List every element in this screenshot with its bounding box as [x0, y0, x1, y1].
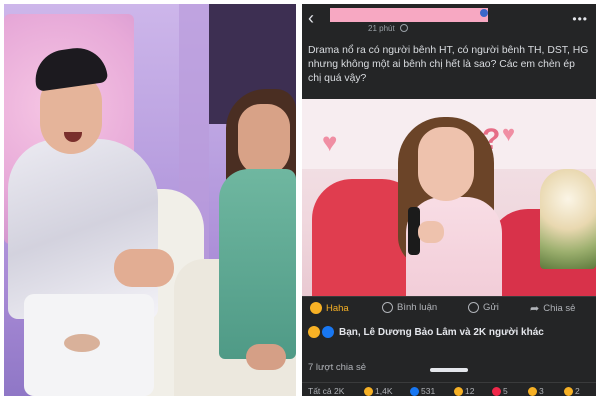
redacted-author-name[interactable] [330, 8, 488, 22]
ripped-knee [64, 334, 100, 352]
tab-haha[interactable]: 1,4K [364, 386, 393, 396]
globe-icon [400, 24, 408, 32]
heart-decor-icon: ♥ [322, 127, 338, 157]
woman-face [418, 127, 474, 201]
tab-heart[interactable]: 5 [492, 386, 508, 396]
woman-green-jacket [219, 169, 296, 359]
tv-show-photo [4, 4, 296, 396]
post-photo[interactable]: ♥ ♥ ? [302, 99, 596, 296]
send-label: Gửi [483, 302, 499, 313]
action-bar: Haha Bình luận Gửi ➦ Chia sẻ [302, 296, 596, 320]
share-label: Chia sẻ [543, 303, 576, 314]
more-options-icon[interactable]: ••• [572, 12, 588, 26]
reaction-tabs: Tất cả 2K 1,4K 531 12 5 3 2 [302, 382, 596, 396]
verified-dot-icon [480, 9, 488, 17]
reactors-text: Bạn, Lê Dương Bảo Lâm và 2K người khác [339, 326, 544, 338]
tab-label: 3 [539, 386, 544, 396]
facebook-post-screenshot: ‹ 21 phút ••• Drama nổ ra có người bênh … [302, 4, 596, 396]
share-button[interactable]: ➦ Chia sẻ [530, 302, 575, 315]
haha-icon [364, 386, 373, 396]
like-icon [322, 326, 334, 338]
woman-hand [246, 344, 286, 370]
share-count[interactable]: 7 lượt chia sẻ [308, 362, 366, 373]
sheet-drag-handle[interactable] [430, 368, 468, 372]
tab-all[interactable]: Tất cả 2K [308, 386, 344, 396]
tab-label: 5 [503, 386, 508, 396]
post-text: Drama nổ ra có người bênh HT, có người b… [308, 45, 589, 84]
tab-wow[interactable]: 12 [454, 386, 474, 396]
back-arrow-icon[interactable]: ‹ [308, 9, 314, 27]
comment-button[interactable]: Bình luận [382, 302, 437, 313]
share-icon: ➦ [530, 303, 540, 315]
care-icon [564, 386, 573, 396]
heart-icon [492, 386, 501, 396]
haha-button[interactable]: Haha [310, 302, 349, 314]
haha-icon [308, 326, 320, 338]
send-button[interactable]: Gửi [468, 302, 499, 313]
wow-icon [454, 386, 463, 396]
woman-hand [418, 221, 444, 243]
messenger-icon [468, 302, 479, 313]
tab-care[interactable]: 2 [564, 386, 580, 396]
tab-label: 2 [575, 386, 580, 396]
woman-face [238, 104, 290, 176]
man-hands [114, 249, 174, 287]
tab-label: 531 [421, 386, 436, 396]
pink-dress [406, 197, 502, 296]
man-shirt [8, 139, 158, 319]
sad-icon [528, 386, 537, 396]
flower-bouquet [540, 169, 596, 269]
tab-label: 1,4K [375, 386, 393, 396]
haha-label: Haha [326, 302, 349, 314]
tab-label: Tất cả 2K [308, 386, 345, 396]
post-time: 21 phút [368, 24, 395, 33]
comment-label: Bình luận [397, 302, 438, 313]
reactors-summary[interactable]: Bạn, Lê Dương Bảo Lâm và 2K người khác [308, 326, 544, 338]
tab-sad[interactable]: 3 [528, 386, 544, 396]
comment-icon [382, 302, 393, 313]
like-icon [410, 386, 419, 396]
tab-label: 12 [465, 386, 475, 396]
post-header: ‹ 21 phút ••• [302, 4, 596, 34]
heart-decor-icon: ♥ [502, 121, 516, 146]
haha-icon [310, 302, 322, 314]
tab-like[interactable]: 531 [410, 386, 435, 396]
